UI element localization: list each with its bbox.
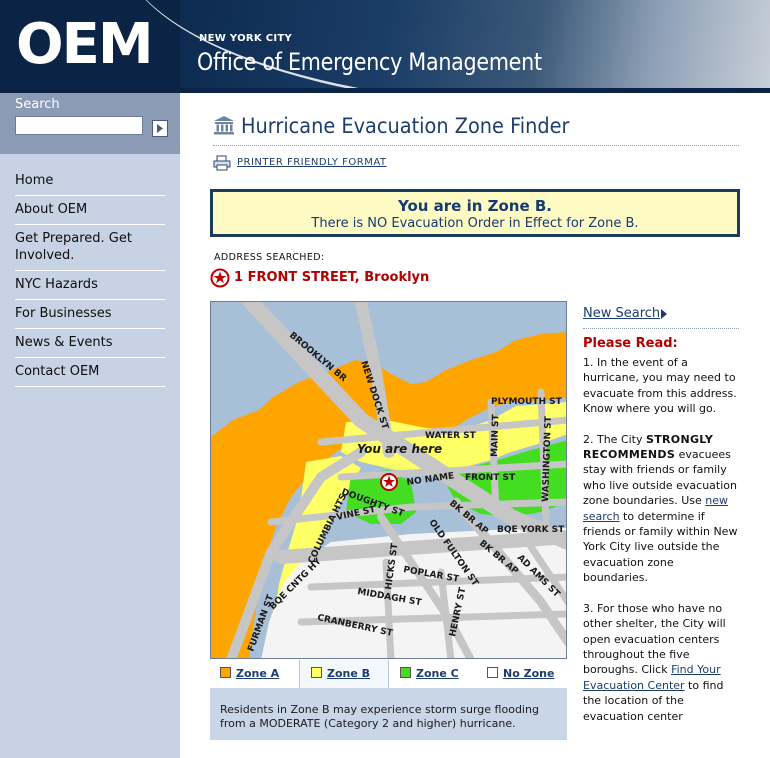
legend-zone-a[interactable]: Zone A bbox=[220, 660, 279, 688]
sidebar-item-get-prepared[interactable]: Get Prepared. Get Involved. bbox=[15, 225, 165, 271]
header-title: Office of Emergency Management bbox=[197, 48, 542, 76]
zone-c-swatch bbox=[400, 667, 411, 678]
zone-result-order-status: There is NO Evacuation Order in Effect f… bbox=[311, 216, 639, 231]
sidebar-item-home[interactable]: Home bbox=[15, 167, 165, 196]
sidebar-nav: Home About OEM Get Prepared. Get Involve… bbox=[15, 167, 165, 387]
you-are-here-label: You are here bbox=[357, 442, 442, 456]
instruction-2: 2. The City STRONGLY RECOMMENDS evacuees… bbox=[583, 432, 739, 586]
site-header: OEM NEW YORK CITY Office of Emergency Ma… bbox=[0, 0, 770, 88]
evacuation-zone-map[interactable]: You are here BROOKLYN BR NEW DOCK ST PLY… bbox=[210, 301, 567, 659]
page-title-row: Hurricane Evacuation Zone Finder bbox=[213, 113, 739, 146]
map-canvas: You are here BROOKLYN BR NEW DOCK ST PLY… bbox=[211, 302, 566, 658]
printer-icon[interactable] bbox=[213, 155, 231, 171]
new-search-link[interactable]: New Search bbox=[583, 306, 660, 321]
location-star-icon bbox=[210, 268, 230, 288]
instruction-1: 1. In the event of a hurricane, you may … bbox=[583, 356, 737, 416]
instruction-3: 3. For those who have no other shelter, … bbox=[583, 601, 739, 724]
please-read-heading: Please Read: bbox=[583, 336, 678, 351]
header-subtitle: NEW YORK CITY bbox=[199, 33, 293, 44]
sidebar-item-about[interactable]: About OEM bbox=[15, 196, 165, 225]
street-front-st: FRONT ST bbox=[465, 473, 516, 483]
legend-zone-a-label: Zone A bbox=[236, 667, 280, 680]
zone-result-box: You are in Zone B. There is NO Evacuatio… bbox=[210, 189, 740, 237]
sidebar-item-businesses[interactable]: For Businesses bbox=[15, 300, 165, 329]
address-value: 1 FRONT STREET, Brooklyn bbox=[234, 270, 430, 285]
search-go-button[interactable] bbox=[152, 120, 168, 137]
legend-no-zone[interactable]: No Zone bbox=[487, 660, 554, 688]
right-column-divider bbox=[583, 328, 739, 329]
search-input[interactable] bbox=[15, 116, 143, 135]
legend-zone-b[interactable]: Zone B bbox=[299, 660, 389, 688]
legend-zone-c[interactable]: Zone C bbox=[400, 660, 459, 688]
legend-no-zone-label: No Zone bbox=[503, 667, 555, 680]
no-zone-swatch bbox=[487, 667, 498, 678]
oem-logo[interactable]: OEM bbox=[16, 14, 154, 76]
search-label: Search bbox=[15, 97, 60, 112]
search-panel: Search bbox=[0, 93, 180, 154]
sidebar-item-hazards[interactable]: NYC Hazards bbox=[15, 271, 165, 300]
zone-result-title: You are in Zone B. bbox=[397, 197, 553, 215]
new-search-arrow-icon bbox=[661, 309, 667, 319]
zone-legend: Zone A Zone B Zone C No Zone bbox=[210, 660, 567, 688]
street-plymouth-st: PLYMOUTH ST bbox=[491, 397, 563, 407]
zone-b-swatch bbox=[311, 667, 322, 678]
sidebar-item-news[interactable]: News & Events bbox=[15, 329, 165, 358]
page-title: Hurricane Evacuation Zone Finder bbox=[241, 114, 570, 138]
building-icon bbox=[214, 116, 234, 135]
legend-zone-c-label: Zone C bbox=[416, 667, 459, 680]
instruction-2-text-a: 2. The City bbox=[583, 432, 647, 446]
zone-a-swatch bbox=[220, 667, 231, 678]
sidebar: Search Home About OEM Get Prepared. Get … bbox=[0, 93, 180, 758]
sidebar-item-contact[interactable]: Contact OEM bbox=[15, 358, 165, 387]
legend-zone-b-label: Zone B bbox=[327, 667, 371, 680]
street-water-st: WATER ST bbox=[425, 431, 477, 441]
street-bqe-york-st: BQE YORK ST bbox=[497, 525, 565, 535]
please-read-body: 1. In the event of a hurricane, you may … bbox=[583, 355, 739, 739]
arrow-right-icon bbox=[157, 124, 163, 133]
street-main-st: MAIN ST bbox=[490, 413, 502, 457]
zone-info-box: Residents in Zone B may experience storm… bbox=[210, 688, 567, 740]
printer-friendly-link[interactable]: PRINTER FRIENDLY FORMAT bbox=[237, 157, 387, 168]
address-label: ADDRESS SEARCHED: bbox=[214, 252, 325, 263]
you-are-here-marker[interactable] bbox=[380, 473, 398, 491]
